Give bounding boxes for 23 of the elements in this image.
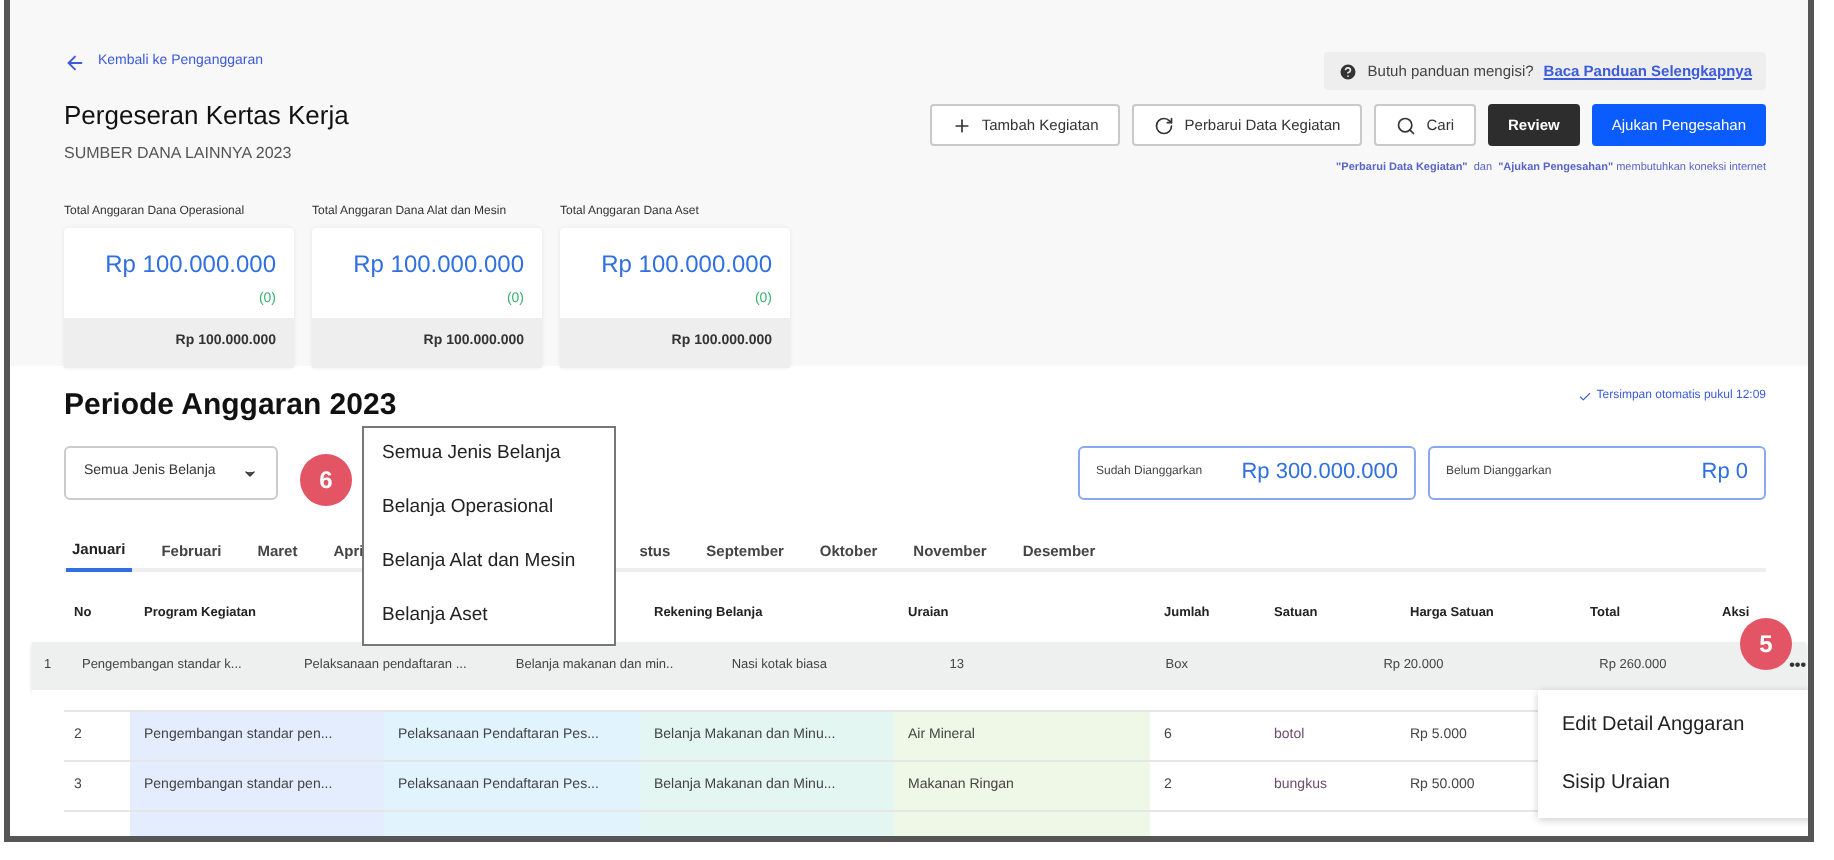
menu-item[interactable]: Sisip Uraian — [1562, 754, 1808, 812]
card-amount: Rp 100.000.000 — [351, 247, 526, 281]
callout-badge: 5 — [1740, 618, 1792, 670]
check-icon — [1578, 390, 1593, 404]
dropdown-option[interactable]: Belanja Aset — [382, 590, 596, 644]
summary-amount: Rp 300.000.000 — [1241, 458, 1398, 489]
plus-icon — [951, 115, 972, 135]
search-icon — [1396, 115, 1417, 135]
page-title: Pergeseran Kertas Kerja — [64, 98, 351, 134]
page-subtitle: SUMBER DANA LAINNYA 2023 — [64, 141, 294, 165]
summary-amount: Rp 0 — [1701, 458, 1748, 489]
help-icon — [1337, 61, 1358, 81]
refresh-icon — [1154, 115, 1175, 135]
back-arrow-icon — [64, 52, 86, 74]
dropdown-option[interactable]: Belanja Alat dan Mesin — [382, 536, 596, 590]
card-amount: Rp 100.000.000 — [599, 247, 774, 281]
dropdown-option[interactable]: Semua Jenis Belanja — [382, 428, 596, 482]
menu-item[interactable]: Edit Detail Anggaran — [1562, 696, 1808, 754]
callout-badge: 6 — [300, 454, 352, 506]
period-title: Periode Anggaran 2023 — [64, 388, 397, 424]
dropdown-option[interactable]: Belanja Operasional — [382, 482, 596, 536]
card-amount: Rp 100.000.000 — [103, 247, 278, 281]
more-button[interactable]: ••• — [1789, 654, 1807, 678]
